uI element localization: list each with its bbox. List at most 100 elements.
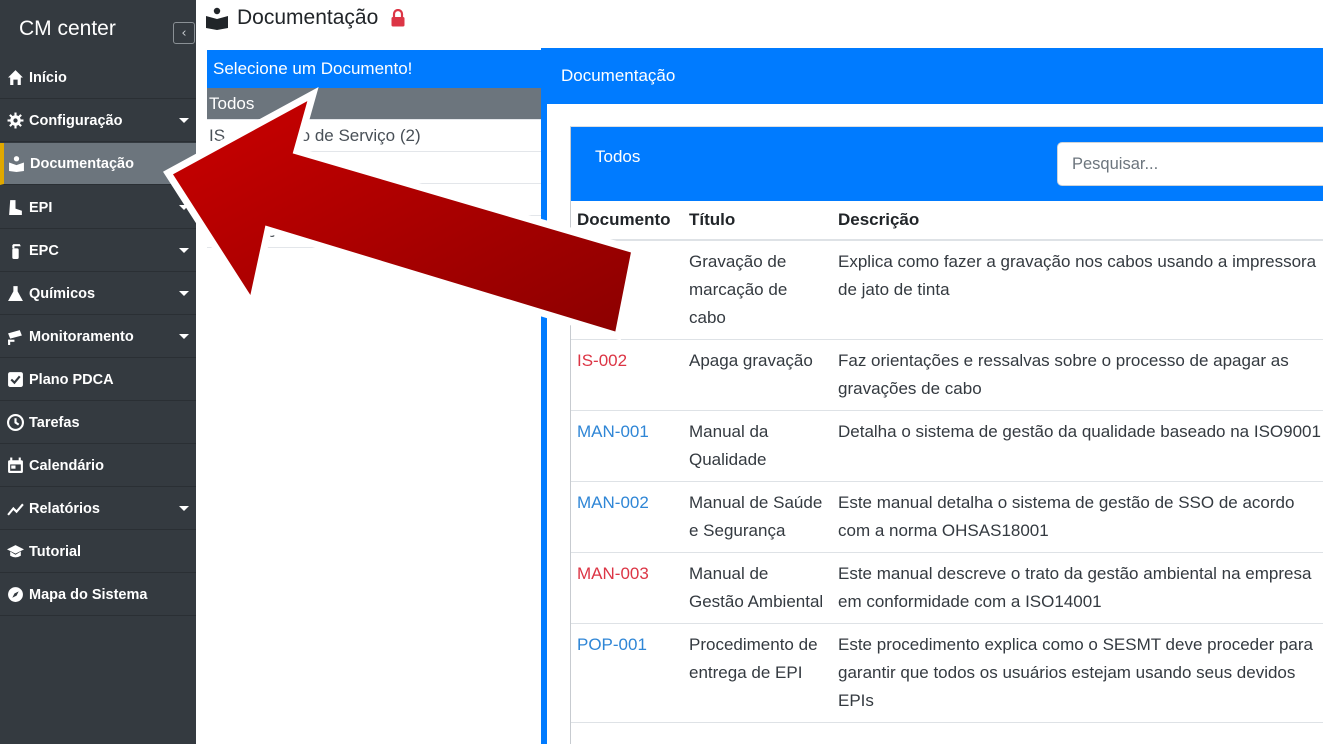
sidebar-item-label: Relatórios (29, 500, 100, 517)
page-title-text: Documentação (237, 6, 379, 29)
document-description-cell: Detalha o sistema de gestão da qualidade… (832, 410, 1323, 482)
search-input[interactable] (1057, 142, 1323, 186)
document-code-link[interactable]: MAN-003 (577, 564, 649, 583)
table-row[interactable]: MAN-003 Manual de Gestão Ambiental Este ma… (571, 552, 1323, 624)
fire-extinguisher-icon (5, 241, 25, 261)
sidebar-item-4[interactable]: EPI (0, 187, 196, 229)
brand-title: CM center (19, 16, 116, 40)
brand: CM center ‹ (0, 0, 196, 57)
sidebar-item-2[interactable]: Configuração (0, 100, 196, 142)
table-header-row: Documento Título Descrição (571, 201, 1323, 241)
sidebar-item-label: Documentação (30, 155, 134, 172)
document-description-cell: Explica como fazer a gravação nos cabos … (832, 240, 1323, 340)
document-list: Todos IS - Instrução de Serviço (2) ES - E… (207, 88, 541, 248)
sidebar-item-7[interactable]: Monitoramento (0, 316, 196, 358)
document-category-item[interactable]: ES - Especificação (207, 216, 541, 248)
sidebar-item-13[interactable]: Mapa do Sistema (0, 574, 196, 616)
chevron-down-icon (179, 334, 189, 339)
sidebar-collapse-button[interactable]: ‹ (173, 22, 195, 44)
sidebar-item-label: Tutorial (29, 543, 82, 560)
lock-icon (391, 9, 405, 27)
table-row[interactable]: MAN-002 Manual de Saúde e Segurança Este m… (571, 481, 1323, 553)
column-header-documento[interactable]: Documento (571, 201, 683, 241)
sidebar-item-label: Químicos (29, 285, 96, 302)
sidebar-item-5[interactable]: EPC (0, 230, 196, 272)
cctv-icon (5, 327, 25, 347)
document-title-cell: Gravação de marcação de cabo (683, 240, 832, 340)
document-code-link[interactable]: IS-002 (577, 351, 627, 370)
sidebar: CM center ‹ Início Configuração Documentaç… (0, 0, 196, 744)
boot-icon (5, 198, 25, 218)
chevron-down-icon (179, 205, 189, 210)
sidebar-item-12[interactable]: Tutorial (0, 531, 196, 573)
documents-table: Documento Título Descrição Gravação de m… (571, 201, 1323, 723)
gear-icon (5, 111, 25, 131)
document-code-cell: MAN-002 (571, 481, 683, 553)
sidebar-item-label: Plano PDCA (29, 371, 114, 388)
sidebar-item-1[interactable]: Início (0, 57, 196, 99)
sidebar-item-label: Configuração (29, 112, 123, 129)
table-row[interactable]: Gravação de marcação de cabo Explica como… (571, 240, 1323, 340)
document-code-cell (571, 240, 683, 340)
clock-icon (5, 413, 25, 433)
document-description-cell: Este procedimento explica como o SESMT d… (832, 623, 1323, 723)
document-code-cell: MAN-003 (571, 552, 683, 624)
document-category-item[interactable]: Todos (207, 88, 541, 120)
sidebar-item-label: EPI (29, 199, 53, 216)
document-list-panel: Selecione um Documento! Todos IS - Instru… (207, 48, 541, 744)
table-row[interactable]: IS-002 Apaga gravação Faz orientações e re… (571, 339, 1323, 411)
book-reader-icon (206, 7, 228, 30)
sidebar-item-label: Mapa do Sistema (29, 586, 148, 603)
compass-icon (5, 585, 25, 605)
document-code-link[interactable]: MAN-001 (577, 422, 649, 441)
sidebar-item-9[interactable]: Tarefas (0, 402, 196, 444)
sidebar-item-6[interactable]: Químicos (0, 273, 196, 315)
document-category-item[interactable] (207, 184, 541, 216)
book-reader-icon (6, 154, 26, 174)
document-category-item[interactable]: IS - Instrução de Serviço (2) (207, 120, 541, 152)
document-code-cell: IS-002 (571, 339, 683, 411)
document-description-cell: Faz orientações e ressalvas sobre o proc… (832, 339, 1323, 411)
sidebar-item-11[interactable]: Relatórios (0, 488, 196, 530)
sidebar-item-10[interactable]: Calendário (0, 445, 196, 487)
documentation-card-header: Documentação (547, 48, 1323, 104)
document-category-item[interactable] (207, 152, 541, 184)
sidebar-item-8[interactable]: Plano PDCA (0, 359, 196, 401)
table-row[interactable]: POP-001 Procedimento de entrega de EPI Est… (571, 623, 1323, 723)
sidebar-item-label: EPC (29, 242, 59, 259)
column-header-descricao[interactable]: Descrição (832, 201, 1323, 241)
home-icon (5, 68, 25, 88)
documentation-card: Documentação Todos Documento Título Desc… (541, 48, 1323, 744)
graduation-cap-icon (5, 542, 25, 562)
document-title-cell: Manual de Gestão Ambiental (683, 552, 832, 624)
document-title-cell: Apaga gravação (683, 339, 832, 411)
chevron-down-icon (179, 118, 189, 123)
document-description-cell: Este manual detalha o sistema de gestão … (832, 481, 1323, 553)
app-root: { "app": { "brand": "CM center", "collap… (0, 0, 1323, 744)
document-code-link[interactable]: MAN-002 (577, 493, 649, 512)
column-header-titulo[interactable]: Título (683, 201, 832, 241)
check-square-icon (5, 370, 25, 390)
document-list-header: Selecione um Documento! (207, 48, 541, 88)
document-code-link[interactable]: POP-001 (577, 635, 647, 654)
sidebar-item-label: Tarefas (29, 414, 80, 431)
sidebar-item-label: Início (29, 69, 67, 86)
document-code-cell: POP-001 (571, 623, 683, 723)
document-title-cell: Procedimento de entrega de EPI (683, 623, 832, 723)
document-title-cell: Manual da Qualidade (683, 410, 832, 482)
sidebar-item-3[interactable]: Documentação (0, 143, 196, 185)
document-description-cell: Este manual descreve o trato da gestão a… (832, 552, 1323, 624)
chevron-down-icon (179, 291, 189, 296)
filter-label: Todos (595, 147, 641, 166)
documents-table-header-bar: Todos (571, 127, 1323, 201)
sidebar-item-label: Monitoramento (29, 328, 134, 345)
table-row[interactable]: MAN-001 Manual da Qualidade Detalha o sist… (571, 410, 1323, 482)
chevron-down-icon (179, 506, 189, 511)
flask-icon (5, 284, 25, 304)
sidebar-item-label: Calendário (29, 457, 104, 474)
documents-table-card: Todos Documento Título Descrição Gravaçã… (570, 126, 1323, 744)
chevron-down-icon (179, 248, 189, 253)
calendar-icon (5, 456, 25, 476)
page-title: Documentação (205, 3, 406, 33)
document-code-cell: MAN-001 (571, 410, 683, 482)
